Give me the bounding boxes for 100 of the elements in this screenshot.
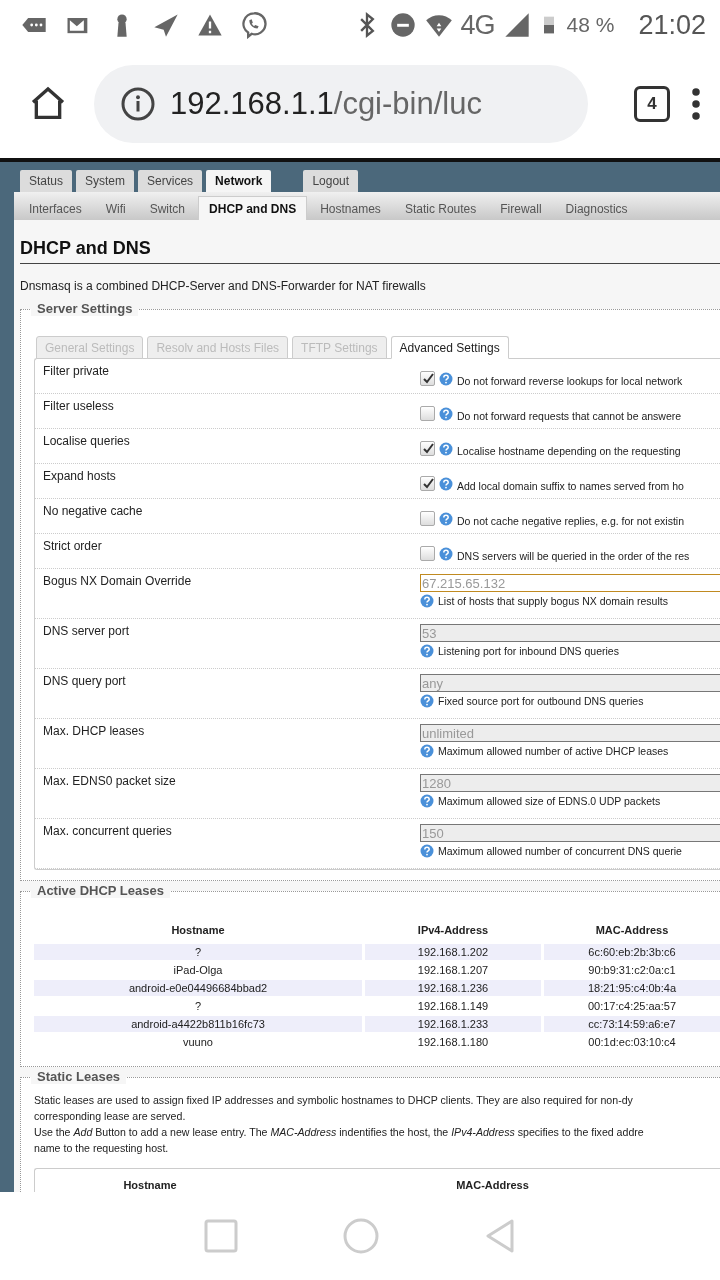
table-cell: ?: [34, 944, 362, 960]
nav-tab[interactable]: System: [76, 170, 135, 192]
tab-count[interactable]: 4: [634, 86, 670, 122]
setting-hint: Do not forward requests that cannot be answere: [457, 409, 682, 422]
column-header: IPv4-Address: [416, 923, 490, 938]
description-text: Static leases are used to assign fixed IP addresses and symbolic hostnames to DHCP clients. They are also required for non-dy: [34, 1093, 634, 1108]
help-icon: [420, 744, 434, 758]
table-cell: android-a4422b811b16fc73: [34, 1016, 362, 1032]
setting-label: DNS server port: [42, 624, 131, 640]
input-field[interactable]: 67.215.65.132: [420, 574, 720, 592]
setting-hint: Localise hostname depending on the requesting: [457, 444, 681, 457]
setting-hint: Listening port for inbound DNS queries: [438, 645, 619, 657]
table-cell-text: 00:1d:ec:03:10:c4: [587, 1035, 677, 1050]
setting-label: Filter useless: [42, 399, 115, 415]
checkbox[interactable]: [420, 511, 435, 526]
home-circle-icon[interactable]: [342, 1217, 380, 1255]
sub-nav-tab[interactable]: Firewall: [489, 196, 553, 220]
column-header: Hostname: [170, 923, 226, 938]
checkbox[interactable]: [420, 441, 435, 456]
description-text: name to the requesting host.: [34, 1141, 170, 1156]
phone-bubble-icon: [240, 11, 268, 39]
setting-hint: Maximum allowed number of active DHCP leases: [438, 745, 669, 757]
help-icon: [420, 644, 434, 658]
description-text: corresponding lease are served.: [34, 1109, 187, 1124]
help-icon: [439, 441, 453, 456]
setting-label: Max. concurrent queries: [42, 824, 173, 840]
table-cell: 192.168.1.202: [365, 944, 541, 960]
checkbox[interactable]: [420, 371, 435, 386]
sub-nav-tab[interactable]: Wifi: [94, 196, 137, 220]
do-not-disturb-icon: [388, 11, 417, 39]
setting-label: Filter private: [42, 364, 111, 380]
table-cell-text: 192.168.1.207: [416, 963, 490, 978]
address-bar[interactable]: 192.168.1.1/cgi-bin/luc: [94, 65, 588, 143]
settings-tab[interactable]: Advanced Settings: [390, 336, 509, 359]
checkbox[interactable]: [420, 406, 435, 421]
setting-hint: Add local domain suffix to names served from ho: [457, 479, 684, 492]
nav-tab[interactable]: Status: [20, 170, 73, 192]
url-text: 192.168.1.1/cgi-bin/luc: [170, 86, 482, 122]
description-text: Use the Add Button to add a new lease entry. The MAC-Address indentifies the host, the IPv4-Address specifies to the fixed addre: [34, 1125, 645, 1140]
help-icon: [439, 546, 453, 561]
setting-hint: List of hosts that supply bogus NX domain results: [438, 595, 668, 607]
setting-label: DNS query port: [42, 674, 127, 690]
table-cell-text: 192.168.1.180: [416, 1035, 490, 1050]
sub-nav-tab[interactable]: Switch: [138, 196, 197, 220]
column-header: Hostname: [122, 1178, 178, 1192]
table-cell: 192.168.1.236: [365, 980, 541, 996]
clock: 21:02: [638, 9, 706, 41]
recents-icon[interactable]: [204, 1219, 238, 1253]
table-cell-text: vuuno: [182, 1035, 214, 1050]
section-legend: Server Settings: [31, 301, 139, 316]
help-icon: [420, 594, 434, 608]
table-cell: 18:21:95:c4:0b:4a: [544, 980, 720, 996]
help-icon: [420, 694, 434, 708]
setting-hint: Maximum allowed number of concurrent DNS querie: [438, 845, 682, 857]
input-field[interactable]: 150: [420, 824, 720, 842]
column-header: MAC-Address: [455, 1178, 530, 1192]
help-icon: [420, 794, 434, 808]
column-header: MAC-Address: [594, 923, 670, 938]
logout-tab[interactable]: Logout: [303, 170, 359, 192]
section-legend: Active DHCP Leases: [31, 883, 170, 898]
setting-hint: Do not forward reverse lookups for local network: [457, 374, 683, 387]
page-title: DHCP and DNS: [20, 238, 720, 264]
section-legend: Static Leases: [31, 1069, 127, 1084]
sub-nav-tab[interactable]: Interfaces: [18, 196, 93, 220]
sub-nav-tab[interactable]: DHCP and DNS: [198, 196, 308, 220]
setting-label: Max. EDNS0 packet size: [42, 774, 177, 790]
input-field[interactable]: 53: [420, 624, 720, 642]
sub-nav-tab[interactable]: Diagnostics: [554, 196, 639, 220]
setting-hint: Fixed source port for outbound DNS queries: [438, 695, 644, 707]
setting-label: Strict order: [42, 539, 103, 555]
page-description: Dnsmasq is a combined DHCP-Server and DNS-Forwarder for NAT firewalls: [20, 279, 427, 293]
sub-nav-tab[interactable]: Hostnames: [309, 196, 392, 220]
table-cell-text: ?: [193, 999, 203, 1014]
setting-hint: DNS servers will be queried in the order of the res: [457, 549, 690, 562]
help-icon: [439, 371, 453, 386]
checkbox[interactable]: [420, 546, 435, 561]
input-field[interactable]: unlimited: [420, 724, 720, 742]
sub-nav-tab[interactable]: Static Routes: [393, 196, 488, 220]
nav-tab[interactable]: Services: [138, 170, 203, 192]
help-icon: [439, 511, 453, 526]
input-field[interactable]: 1280: [420, 774, 720, 792]
input-field[interactable]: any: [420, 674, 720, 692]
network-type: 4G: [460, 9, 495, 41]
setting-label: Bogus NX Domain Override: [42, 574, 193, 590]
help-icon: [420, 844, 434, 858]
table-cell-text: iPad-Olga: [172, 963, 224, 978]
setting-hint: Do not cache negative replies, e.g. for not existin: [457, 514, 685, 527]
setting-label: Localise queries: [42, 434, 131, 450]
info-icon: [120, 86, 156, 122]
nav-tab[interactable]: Network: [206, 170, 272, 192]
table-cell-text: 00:17:c4:25:aa:57: [586, 999, 678, 1014]
menu-icon[interactable]: [690, 86, 702, 122]
setting-label: No negative cache: [42, 504, 144, 520]
checkbox[interactable]: [420, 476, 435, 491]
table-cell-text: 192.168.1.149: [416, 999, 490, 1014]
table-cell: 192.168.1.233: [365, 1016, 541, 1032]
table-cell: 6c:60:eb:2b:3b:c6: [544, 944, 720, 960]
back-icon[interactable]: [484, 1218, 516, 1254]
battery-percentage: 48 %: [566, 13, 615, 37]
table-cell: android-e0e04496684bbad2: [34, 980, 362, 996]
